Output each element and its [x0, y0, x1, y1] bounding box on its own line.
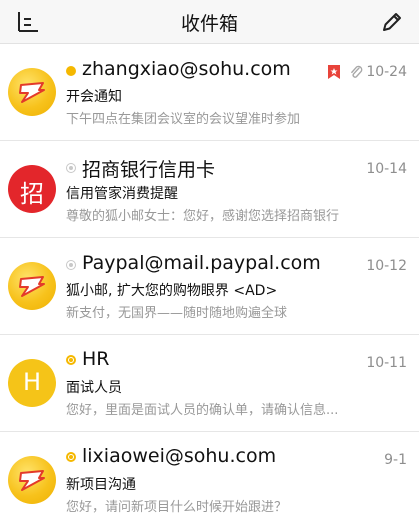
mail-date: 10-14 — [366, 161, 407, 177]
mail-subject: 狐小邮, 扩大您的购物眼界 <AD> — [66, 283, 278, 299]
mail-sender: Paypal@mail.paypal.com — [82, 252, 321, 274]
fox-logo-avatar — [8, 68, 56, 116]
top-bar: 收件箱 — [0, 0, 419, 44]
mail-preview: 新支付，无国界——随时随地购遍全球 — [66, 306, 288, 321]
fox-logo-icon — [19, 82, 45, 103]
mail-preview: 您好，请问新项目什么时候开始跟进？ — [66, 500, 288, 515]
mail-date: 10-12 — [366, 258, 407, 274]
mail-subject: 面试人员 — [66, 380, 122, 396]
replied-icon — [66, 452, 76, 462]
read-status-icon — [66, 260, 76, 270]
mail-sender: lixiaowei@sohu.com — [82, 445, 277, 467]
mail-item[interactable]: zhangxiao@sohu.com 10-24 开会通知 下午四点在集团会议室… — [0, 44, 419, 141]
mail-subject: 新项目沟通 — [66, 477, 136, 493]
read-status-icon — [66, 163, 76, 173]
mail-date: 9-1 — [384, 452, 407, 468]
mail-item[interactable]: Paypal@mail.paypal.com 10-12 狐小邮, 扩大您的购物… — [0, 238, 419, 335]
fox-logo-icon — [19, 470, 45, 491]
mail-sender: 招商银行信用卡 — [82, 159, 216, 181]
page-title: 收件箱 — [180, 13, 238, 35]
mail-item[interactable]: lixiaowei@sohu.com 9-1 新项目沟通 您好，请问新项目什么时… — [0, 432, 419, 527]
mail-subject: 开会通知 — [66, 89, 122, 105]
avatar-initial: H — [22, 368, 42, 396]
mail-sender: HR — [82, 348, 110, 370]
avatar-initial: 招 — [20, 180, 44, 208]
fox-logo-icon — [19, 276, 45, 297]
unread-dot-icon — [66, 66, 76, 76]
mail-date: 10-11 — [366, 355, 407, 371]
mail-item[interactable]: 招 招商银行信用卡 10-14 信用管家消费提醒 尊敬的狐小邮女士：您好，感谢您… — [0, 141, 419, 238]
replied-icon — [66, 355, 76, 365]
mail-item[interactable]: H HR 10-11 面试人员 您好，里面是面试人员的确认单，请确认信息... — [0, 335, 419, 432]
mail-preview: 您好，里面是面试人员的确认单，请确认信息... — [66, 403, 339, 418]
fox-logo-avatar — [8, 456, 56, 504]
sender-avatar: H — [8, 359, 56, 407]
mail-subject: 信用管家消费提醒 — [66, 186, 178, 202]
flag-icon[interactable] — [327, 64, 341, 80]
mail-preview: 下午四点在集团会议室的会议望准时参加 — [66, 112, 301, 127]
mail-date: 10-24 — [366, 64, 407, 80]
mail-sender: zhangxiao@sohu.com — [82, 58, 291, 80]
attachment-icon — [351, 65, 363, 78]
fox-logo-avatar — [8, 262, 56, 310]
mail-preview: 尊敬的狐小邮女士：您好，感谢您选择招商银行 — [66, 209, 340, 224]
compose-icon[interactable] — [377, 8, 405, 36]
sender-avatar: 招 — [8, 165, 56, 213]
